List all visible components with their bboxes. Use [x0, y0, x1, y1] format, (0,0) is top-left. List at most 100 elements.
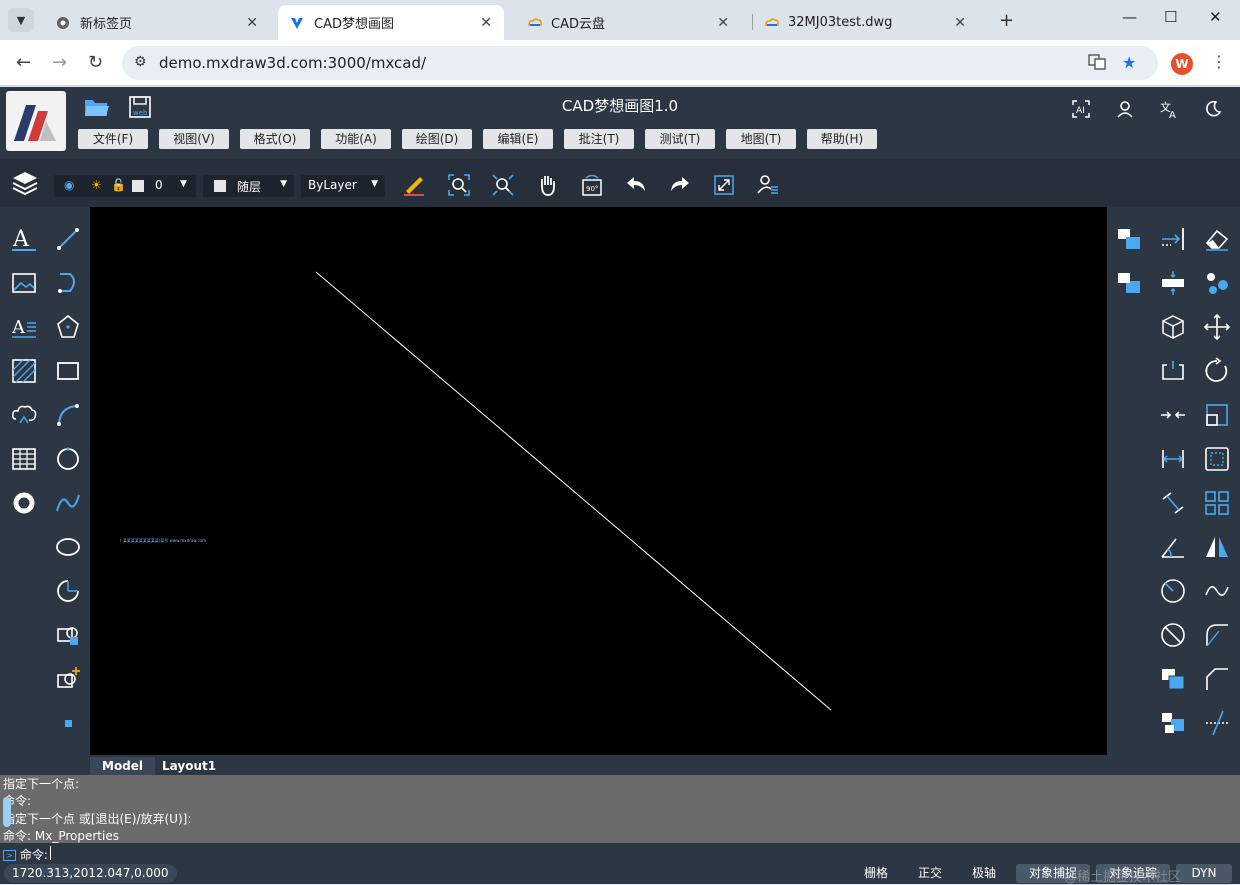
- ellipse-icon[interactable]: [54, 533, 82, 561]
- ai-icon[interactable]: AI: [1070, 99, 1092, 121]
- forward-icon[interactable]: →: [52, 52, 67, 73]
- 3d-box-icon[interactable]: [1159, 313, 1187, 341]
- close-icon[interactable]: ✕: [954, 15, 966, 31]
- tab-search-button[interactable]: ▼: [8, 8, 34, 32]
- layers-icon[interactable]: [10, 169, 40, 201]
- menu-function[interactable]: 功能(A): [321, 129, 391, 149]
- maximize-icon[interactable]: ☐: [1164, 8, 1177, 26]
- tab-cad-draw[interactable]: CAD梦想画图 ✕: [278, 5, 504, 40]
- polygon-icon[interactable]: [54, 313, 82, 341]
- linetype-select[interactable]: ByLayer ▼: [301, 175, 385, 197]
- new-tab-button[interactable]: +: [999, 10, 1014, 31]
- tab-new-tab[interactable]: 新标签页 ✕: [44, 5, 270, 40]
- copy-icon[interactable]: [1159, 357, 1187, 385]
- layer-select[interactable]: ◉ ☀ 🔓 0 ▼: [54, 175, 196, 197]
- rotate-icon[interactable]: [1203, 357, 1231, 385]
- translate-icon[interactable]: [1088, 53, 1106, 75]
- diameter-dimension-icon[interactable]: [1159, 621, 1187, 649]
- revision-cloud-icon[interactable]: [10, 401, 38, 429]
- array-icon[interactable]: [1203, 489, 1231, 517]
- language-icon[interactable]: 文A: [1158, 99, 1180, 121]
- block-insert-icon[interactable]: [54, 621, 82, 649]
- break-icon[interactable]: [1159, 269, 1187, 297]
- mtext-icon[interactable]: A: [10, 313, 38, 341]
- circle-icon[interactable]: [54, 445, 82, 473]
- image-icon[interactable]: [10, 269, 38, 297]
- tab-layout1[interactable]: Layout1: [150, 757, 228, 775]
- chevron-down-icon[interactable]: ▼: [371, 179, 378, 189]
- dimension-icon[interactable]: [1159, 445, 1187, 473]
- offset-curve-icon[interactable]: [1203, 577, 1231, 605]
- select-window-icon[interactable]: [1203, 445, 1231, 473]
- tab-model[interactable]: Model: [90, 757, 156, 775]
- radius-dimension-icon[interactable]: [1159, 577, 1187, 605]
- menu-view[interactable]: 视图(V): [159, 129, 229, 149]
- tab-dwg-file[interactable]: 32MJ03test.dwg ✕: [752, 5, 978, 40]
- visibility-icon[interactable]: ◉: [64, 178, 74, 192]
- mirror-icon[interactable]: [1203, 533, 1231, 561]
- menu-format[interactable]: 格式(O): [240, 129, 310, 149]
- bookmark-star-icon[interactable]: ★: [1122, 53, 1136, 72]
- chamfer-icon[interactable]: [1203, 665, 1231, 693]
- close-icon[interactable]: ✕: [246, 15, 258, 31]
- block-create-icon[interactable]: [54, 665, 82, 693]
- url-text[interactable]: demo.mxdraw3d.com:3000/mxcad/: [159, 54, 426, 72]
- lock-icon[interactable]: 🔓: [111, 178, 126, 192]
- menu-test[interactable]: 测试(T): [645, 129, 715, 149]
- chevron-down-icon[interactable]: ▼: [180, 179, 187, 189]
- chevron-down-icon[interactable]: ▼: [280, 179, 287, 189]
- menu-file[interactable]: 文件(F): [78, 129, 148, 149]
- grid-toggle[interactable]: 栅格: [854, 864, 898, 883]
- fillet-icon[interactable]: [1203, 621, 1231, 649]
- drawing-canvas[interactable]: ( 某某某某某某某某某)某号 www.mxdraw.com: [90, 207, 1107, 755]
- user-icon[interactable]: [1114, 99, 1136, 121]
- zoom-window-icon[interactable]: [447, 173, 471, 197]
- window-close-icon[interactable]: ✕: [1209, 8, 1222, 26]
- layer-copy-icon[interactable]: [1159, 665, 1187, 693]
- group-icon[interactable]: [1203, 269, 1231, 297]
- close-icon[interactable]: ✕: [717, 15, 729, 31]
- scale-icon[interactable]: [1203, 401, 1231, 429]
- polar-toggle[interactable]: 极轴: [962, 864, 1006, 883]
- close-icon[interactable]: ✕: [480, 15, 492, 31]
- trim-icon[interactable]: [1203, 709, 1231, 737]
- pan-hand-icon[interactable]: [536, 173, 560, 197]
- arc-icon[interactable]: [54, 401, 82, 429]
- command-input[interactable]: > 命令:: [0, 843, 1240, 863]
- hatch-icon[interactable]: [10, 357, 38, 385]
- browser-menu-icon[interactable]: ⋮: [1211, 52, 1227, 71]
- tab-cad-cloud[interactable]: CAD云盘 ✕: [515, 5, 741, 40]
- ortho-toggle[interactable]: 正交: [908, 864, 952, 883]
- line-icon[interactable]: [54, 225, 82, 253]
- fullscreen-icon[interactable]: [712, 173, 736, 197]
- erase-icon[interactable]: [1203, 225, 1231, 253]
- aligned-dimension-icon[interactable]: [1159, 489, 1187, 517]
- dark-mode-icon[interactable]: [1202, 99, 1224, 121]
- spline-icon[interactable]: [54, 489, 82, 517]
- polyline-icon[interactable]: [54, 269, 82, 297]
- reload-icon[interactable]: ↻: [88, 52, 103, 73]
- rotate-view-90-icon[interactable]: 90°: [580, 173, 604, 197]
- overlay-icon[interactable]: [1159, 709, 1187, 737]
- text-icon[interactable]: A: [10, 225, 38, 253]
- ellipse-arc-icon[interactable]: [54, 577, 82, 605]
- dyn-toggle[interactable]: DYN: [1176, 864, 1232, 883]
- back-icon[interactable]: ←: [16, 52, 31, 73]
- redo-icon[interactable]: [668, 173, 692, 197]
- menu-annotate[interactable]: 批注(T): [564, 129, 634, 149]
- zoom-extents-icon[interactable]: [491, 173, 515, 197]
- minimize-icon[interactable]: —: [1122, 8, 1137, 26]
- match-properties-icon[interactable]: [402, 173, 426, 197]
- profile-avatar[interactable]: W: [1171, 53, 1193, 75]
- menu-draw[interactable]: 绘图(D): [402, 129, 472, 149]
- freeze-sun-icon[interactable]: ☀: [91, 178, 102, 192]
- site-info-icon[interactable]: ⚙: [134, 54, 147, 70]
- send-to-back-icon[interactable]: [1115, 269, 1143, 297]
- menu-map[interactable]: 地图(T): [726, 129, 796, 149]
- join-icon[interactable]: [1159, 401, 1187, 429]
- color-select[interactable]: 随层 ▼: [203, 175, 294, 197]
- menu-edit[interactable]: 编辑(E): [483, 129, 553, 149]
- rectangle-icon[interactable]: [54, 357, 82, 385]
- user-settings-icon[interactable]: [756, 173, 780, 197]
- move-icon[interactable]: [1203, 313, 1231, 341]
